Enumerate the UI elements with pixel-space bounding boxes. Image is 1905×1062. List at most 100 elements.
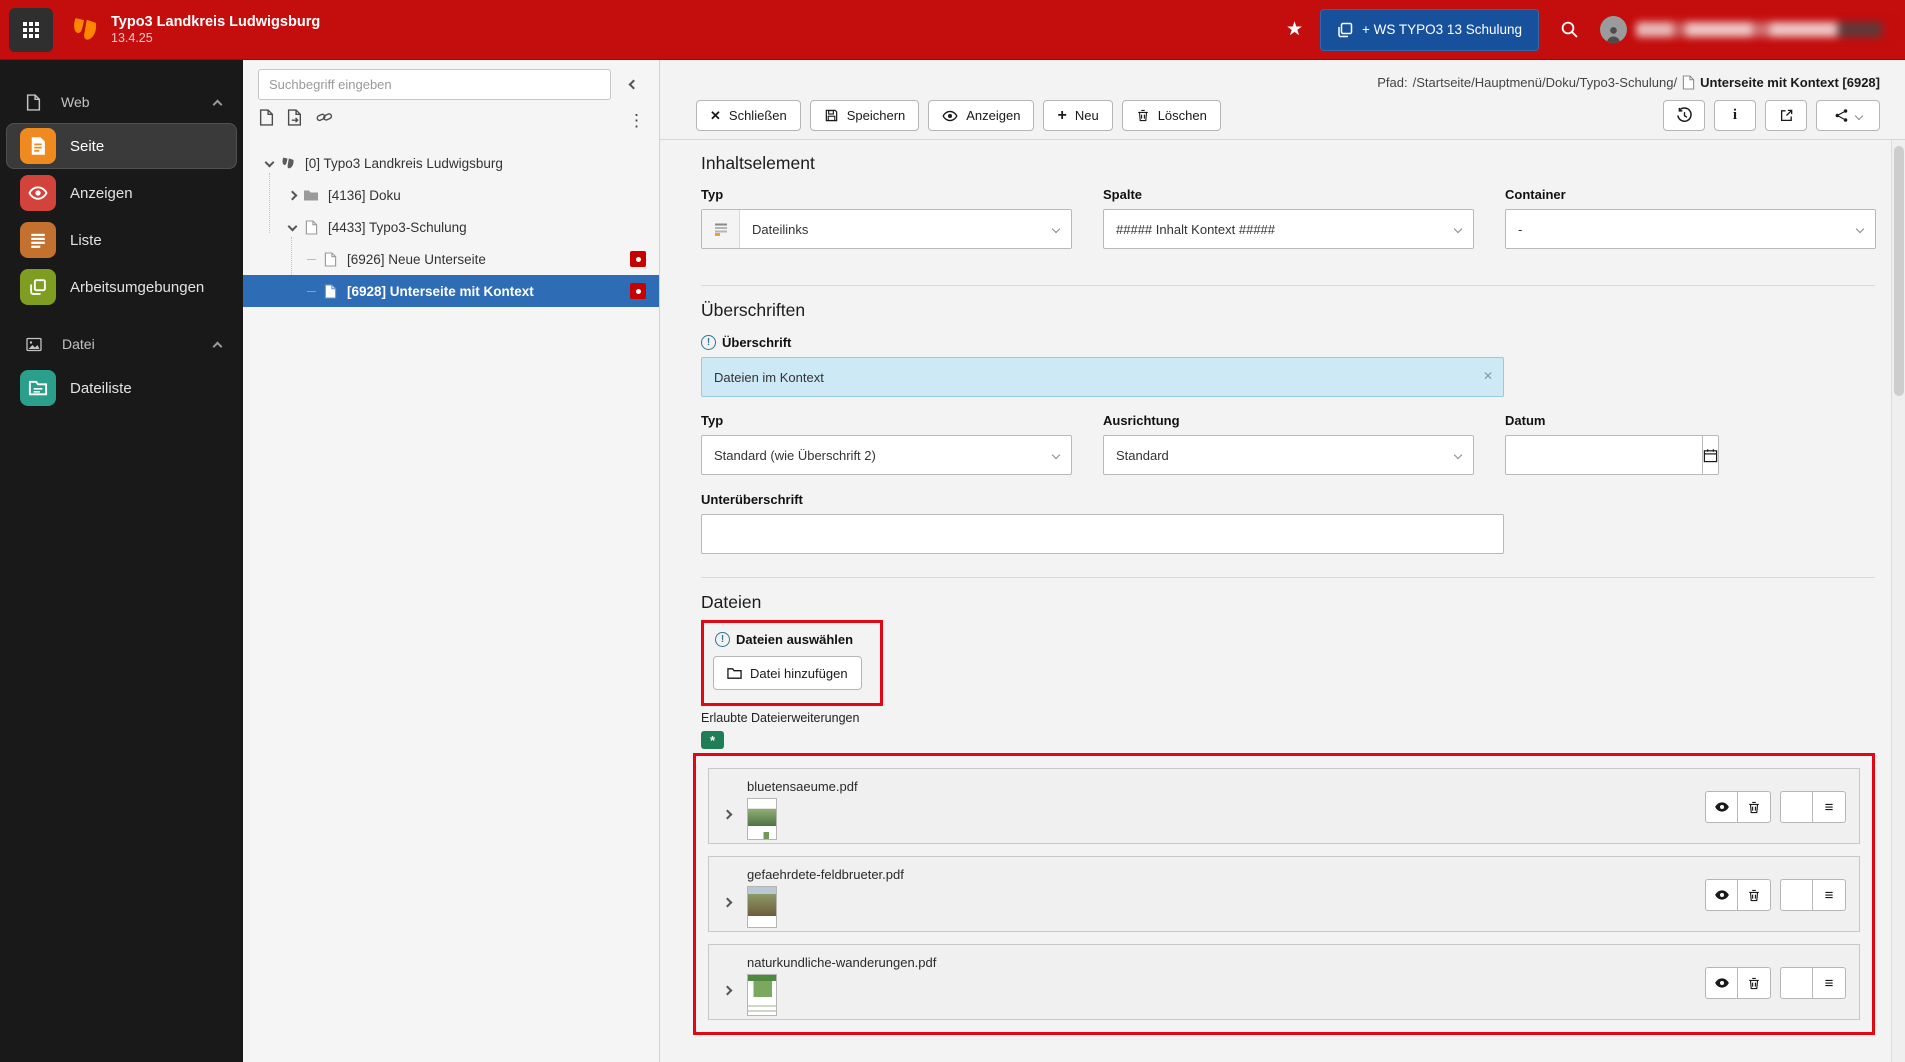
sidebar-item-arbeitsumgebungen[interactable]: Arbeitsumgebungen [6, 264, 237, 310]
sidebar-item-label: Anzeigen [70, 184, 133, 202]
ausrichtung-select[interactable]: Standard [1103, 435, 1474, 475]
ueberschrift-typ-label: Typ [701, 413, 724, 428]
tree-more-menu-icon[interactable]: ⋮ [628, 112, 645, 129]
sidebar-item-dateiliste[interactable]: Dateiliste [6, 365, 237, 411]
spalte-select-value: ##### Inhalt Kontext ##### [1116, 221, 1276, 237]
page-icon [320, 251, 340, 267]
chevron-right-icon[interactable] [722, 981, 733, 999]
file-drag-handle[interactable]: ≡ [1813, 967, 1846, 999]
image-icon [26, 337, 42, 351]
hide-file-button[interactable] [1705, 791, 1738, 823]
section-heading-dateien: Dateien [701, 592, 762, 612]
info-button[interactable]: i [1714, 100, 1756, 131]
spalte-label: Spalte [1103, 187, 1143, 202]
chevron-down-icon [260, 157, 278, 168]
file-extra-button[interactable] [1780, 791, 1813, 823]
sidebar-item-anzeigen[interactable]: Anzeigen [6, 170, 237, 216]
folder-icon [727, 667, 742, 679]
new-button[interactable]: + Neu [1043, 100, 1113, 131]
new-page-drag-icon[interactable] [287, 109, 303, 131]
file-drag-handle[interactable]: ≡ [1813, 791, 1846, 823]
delete-button[interactable]: Löschen [1121, 100, 1221, 131]
file-drag-handle[interactable]: ≡ [1813, 879, 1846, 911]
menu-bars-icon: ≡ [1824, 798, 1834, 816]
sidebar-item-liste[interactable]: Liste [6, 217, 237, 263]
sidebar-item-label: Seite [70, 137, 105, 155]
unterueberschrift-input[interactable] [701, 514, 1504, 554]
grid-icon [23, 21, 39, 38]
workspace-change-badge [630, 251, 646, 267]
save-button[interactable]: Speichern [809, 100, 920, 131]
workspace-change-badge [630, 283, 646, 299]
share-button[interactable] [1816, 100, 1880, 131]
content-element-icon [702, 210, 740, 248]
section-heading-ueberschriften: Überschriften [701, 300, 806, 320]
search-icon[interactable] [1560, 20, 1579, 39]
datum-input[interactable] [1505, 435, 1702, 475]
typ-select[interactable]: Dateilinks [701, 209, 1072, 249]
chevron-right-icon[interactable] [722, 893, 733, 911]
user-avatar[interactable] [1600, 16, 1627, 43]
delete-file-button[interactable] [1738, 879, 1771, 911]
tree-item-doku[interactable]: [4136] Doku [243, 179, 659, 211]
unterueberschrift-label: Unterüberschrift [701, 492, 803, 507]
clear-icon[interactable]: ✕ [1483, 369, 1493, 383]
file-extra-button[interactable] [1780, 879, 1813, 911]
pdf-thumbnail [747, 974, 777, 1016]
view-button[interactable]: Anzeigen [928, 100, 1035, 131]
eye-icon [1714, 890, 1729, 900]
pdf-thumbnail [747, 798, 777, 840]
tree-search-input[interactable] [258, 69, 611, 100]
sidebar-section-web[interactable]: Web [0, 82, 243, 122]
hide-file-button[interactable] [1705, 879, 1738, 911]
allowed-extensions-label: Erlaubte Dateierweiterungen [701, 711, 860, 725]
chevron-right-icon [283, 190, 301, 200]
delete-file-button[interactable] [1738, 791, 1771, 823]
link-icon[interactable] [316, 110, 333, 130]
user-name-redacted[interactable] [1636, 22, 1891, 37]
spalte-select[interactable]: ##### Inhalt Kontext ##### [1103, 209, 1474, 249]
hide-file-button[interactable] [1705, 967, 1738, 999]
sidebar-section-datei[interactable]: Datei [0, 324, 243, 364]
module-menu-button[interactable] [9, 7, 53, 52]
dateiliste-module-icon [20, 370, 56, 406]
file-record-row: bluetensaeume.pdf ≡ [708, 768, 1860, 844]
topbar: Typo3 Landkreis Ludwigsburg 13.4.25 ★ + … [0, 0, 1905, 60]
share-icon [1835, 109, 1848, 122]
chevron-right-icon[interactable] [722, 805, 733, 823]
new-page-icon[interactable] [259, 109, 274, 131]
open-in-new-window-button[interactable] [1765, 100, 1807, 131]
add-file-button[interactable]: Datei hinzufügen [713, 656, 862, 690]
tree-item-typo3-schulung[interactable]: [4433] Typo3-Schulung [243, 211, 659, 243]
menu-bars-icon: ≡ [1824, 886, 1834, 904]
calendar-button[interactable] [1702, 435, 1719, 475]
history-button[interactable] [1663, 100, 1705, 131]
ueberschrift-typ-value: Standard (wie Überschrift 2) [714, 447, 876, 463]
delete-file-button[interactable] [1738, 967, 1771, 999]
page-tree-panel: ⋮ [0] Typo3 Landkreis Ludwigsburg [4136]… [243, 60, 660, 1062]
workspace-button[interactable]: + WS TYPO3 13 Schulung [1320, 8, 1539, 51]
current-page-title: Unterseite mit Kontext [6928] [1700, 74, 1880, 90]
tree-item-unterseite-mit-kontext[interactable]: [6928] Unterseite mit Kontext [243, 275, 659, 307]
close-button[interactable]: ✕ Schließen [696, 100, 801, 131]
ueberschrift-input[interactable] [701, 357, 1504, 397]
container-select[interactable]: - [1505, 209, 1876, 249]
tree-item-label: [6928] Unterseite mit Kontext [347, 283, 534, 299]
collapse-tree-button[interactable] [619, 71, 647, 99]
arbeitsumgebungen-module-icon [20, 269, 56, 305]
tree-item-neue-unterseite[interactable]: [6926] Neue Unterseite [243, 243, 659, 275]
tree-item-root[interactable]: [0] Typo3 Landkreis Ludwigsburg [243, 147, 659, 179]
sidebar-item-seite[interactable]: Seite [6, 123, 237, 169]
ueberschrift-typ-select[interactable]: Standard (wie Überschrift 2) [701, 435, 1072, 475]
page-icon [320, 283, 340, 299]
sidebar-item-label: Arbeitsumgebungen [70, 278, 205, 296]
file-extra-button[interactable] [1780, 967, 1813, 999]
chevron-down-icon [283, 221, 301, 232]
site-brand: Typo3 Landkreis Ludwigsburg 13.4.25 [111, 13, 320, 47]
close-button-label: Schließen [728, 108, 787, 123]
page-icon [301, 219, 321, 235]
breadcrumb: Pfad: /Startseite/Hauptmenü/Doku/Typo3-S… [696, 69, 1880, 95]
bookmark-star-icon[interactable]: ★ [1286, 18, 1303, 41]
scrollbar[interactable] [1891, 140, 1905, 1062]
scrollbar-thumb[interactable] [1894, 146, 1904, 396]
